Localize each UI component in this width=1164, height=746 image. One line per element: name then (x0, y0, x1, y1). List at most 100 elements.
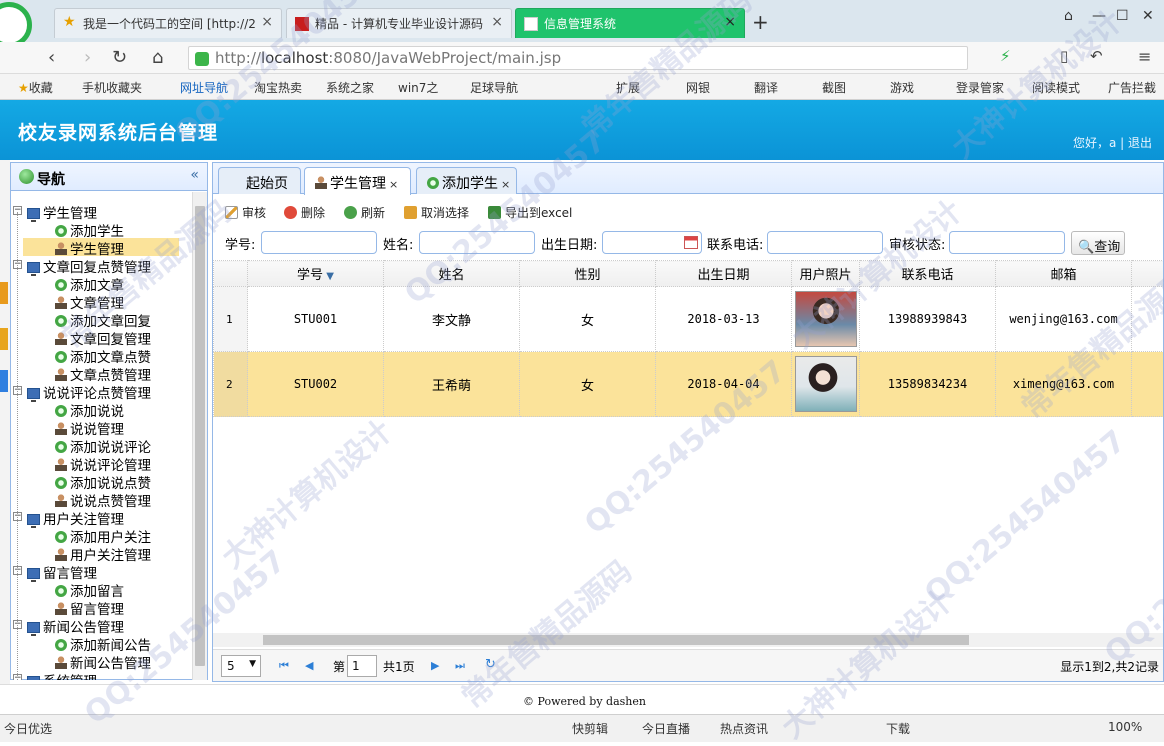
nav-item[interactable]: 文章管理 (55, 292, 124, 312)
nav-item[interactable]: 添加文章回复 (55, 310, 151, 330)
tab-add-student[interactable]: 添加学生 × (416, 167, 517, 194)
column-header[interactable]: 性别 (519, 260, 656, 287)
browser-tab-2[interactable]: 精品 - 计算机专业毕业设计源码 × (286, 8, 512, 38)
bookmark-adblock[interactable]: 广告拦截 (1108, 79, 1156, 96)
status-quick-clip[interactable]: 快剪辑 (572, 720, 608, 737)
grid-horizontal-scrollbar[interactable] (213, 633, 1163, 647)
name-input[interactable] (419, 231, 535, 254)
bookmark-mobile[interactable]: 手机收藏夹 (82, 79, 142, 96)
page-size-select[interactable]: 5 ▼ (221, 655, 261, 677)
status-zoom[interactable]: 100% (1108, 720, 1142, 734)
close-window-icon[interactable]: ✕ (1142, 8, 1154, 24)
tab-home[interactable]: 起始页 (218, 167, 301, 194)
close-icon[interactable]: × (724, 14, 736, 30)
refresh-icon[interactable]: ↻ (485, 657, 496, 672)
nav-item[interactable]: 说说评论管理 (55, 454, 151, 474)
welcome-logout[interactable]: 您好，a | 退出 (1073, 134, 1152, 151)
export-excel-button[interactable]: 导出到excel (488, 204, 572, 221)
column-header[interactable]: 联系电话 (859, 260, 996, 287)
nav-group[interactable]: − 用户关注管理 (13, 508, 124, 528)
first-page-icon[interactable]: ⏮ (279, 659, 289, 673)
status-today-picks[interactable]: 今日优选 (4, 720, 52, 737)
minimize-icon[interactable]: — (1092, 8, 1106, 24)
shirt-icon[interactable]: ⌂ (1064, 8, 1073, 24)
forward-icon[interactable]: › (84, 47, 91, 68)
nav-item[interactable]: 学生管理 (23, 238, 179, 258)
phone-input[interactable] (767, 231, 883, 254)
nav-item[interactable]: 添加新闻公告 (55, 634, 151, 654)
bookmark-bank[interactable]: 网银 (686, 79, 710, 96)
query-button[interactable]: 🔍查询 (1071, 231, 1125, 255)
student-no-input[interactable] (261, 231, 377, 254)
column-header[interactable]: 用户照片 (791, 260, 860, 287)
nav-item[interactable]: 添加学生 (55, 220, 124, 240)
phone-icon[interactable]: ▯ (1060, 47, 1068, 65)
close-icon[interactable]: × (389, 178, 398, 191)
nav-group[interactable]: − 文章回复点赞管理 (13, 256, 151, 276)
bookmark-extensions[interactable]: 扩展 (616, 79, 640, 96)
nav-item[interactable]: 添加说说评论 (55, 436, 151, 456)
nav-group[interactable]: −系统管理 (13, 670, 97, 680)
user-photo[interactable] (794, 356, 857, 412)
nav-item[interactable]: 添加文章 (55, 274, 124, 294)
nav-item[interactable]: 说说点赞管理 (55, 490, 151, 510)
column-header[interactable]: 姓名 (383, 260, 520, 287)
tab-student-management[interactable]: 学生管理 × (304, 167, 411, 195)
nav-item[interactable]: 添加说说 (55, 400, 124, 420)
close-icon[interactable]: × (501, 178, 510, 191)
browser-tab-1[interactable]: ★ 我是一个代码工的空间 [http://2 × (54, 8, 282, 38)
bookmark-games[interactable]: 游戏 (890, 79, 914, 96)
page-number-input[interactable]: 1 (347, 655, 377, 677)
nav-group[interactable]: − 留言管理 (13, 562, 97, 582)
new-tab-icon[interactable]: + (752, 10, 769, 34)
calendar-icon[interactable] (684, 236, 698, 249)
maximize-icon[interactable]: ☐ (1116, 8, 1129, 24)
back-icon[interactable]: ‹ (48, 47, 55, 68)
next-page-icon[interactable]: ▶ (431, 659, 439, 672)
nav-group[interactable]: − 说说评论点赞管理 (13, 382, 151, 402)
bookmark-favorites[interactable]: ★收藏 (18, 79, 53, 96)
undo-icon[interactable]: ↶ (1090, 47, 1103, 65)
url-input[interactable]: http://localhost:8080/JavaWebProject/mai… (188, 46, 968, 70)
refresh-button[interactable]: 刷新 (344, 204, 385, 221)
bookmark-football[interactable]: 足球导航 (470, 79, 518, 96)
scroll-thumb[interactable] (195, 206, 205, 666)
status-select[interactable] (949, 231, 1065, 254)
menu-icon[interactable]: ≡ (1138, 47, 1151, 66)
close-icon[interactable]: × (491, 14, 503, 30)
nav-scrollbar[interactable] (192, 192, 207, 680)
nav-item[interactable]: 添加留言 (55, 580, 124, 600)
side-app-icon[interactable] (0, 370, 8, 392)
scroll-thumb[interactable] (263, 635, 969, 645)
side-app-icon[interactable] (0, 282, 8, 304)
table-row[interactable]: 2 STU002 王希萌 女 2018-04-04 13589834234 xi… (213, 351, 1163, 417)
bookmark-nav[interactable]: 网址导航 (180, 79, 228, 96)
bookmark-taobao[interactable]: 淘宝热卖 (254, 79, 302, 96)
nav-group[interactable]: − 学生管理 (13, 202, 97, 222)
nav-item[interactable]: 文章点赞管理 (55, 364, 151, 384)
bookmark-xitong[interactable]: 系统之家 (326, 79, 374, 96)
status-news[interactable]: 热点资讯 (720, 720, 768, 737)
status-live[interactable]: 今日直播 (642, 720, 690, 737)
column-header[interactable]: 出生日期 (655, 260, 792, 287)
nav-item[interactable]: 文章回复管理 (55, 328, 151, 348)
cancel-select-button[interactable]: 取消选择 (404, 204, 469, 221)
column-header[interactable]: 学号 ▼ (247, 260, 384, 287)
last-page-icon[interactable]: ⏭ (455, 659, 465, 673)
nav-item[interactable]: 新闻公告管理 (55, 652, 151, 672)
bookmark-translate[interactable]: 翻译 (754, 79, 778, 96)
table-row[interactable]: 1 STU001 李文静 女 2018-03-13 13988939843 we… (213, 286, 1163, 352)
bookmark-login[interactable]: 登录管家 (956, 79, 1004, 96)
nav-item[interactable]: 添加说说点赞 (55, 472, 151, 492)
bookmark-screenshot[interactable]: 截图 (822, 79, 846, 96)
user-photo[interactable] (794, 291, 857, 347)
prev-page-icon[interactable]: ◀ (305, 659, 313, 672)
delete-button[interactable]: 删除 (284, 204, 325, 221)
bookmark-win7[interactable]: win7之 (398, 79, 438, 96)
home-icon[interactable]: ⌂ (152, 47, 163, 68)
column-header[interactable]: 邮箱 (995, 260, 1132, 287)
nav-group[interactable]: − 新闻公告管理 (13, 616, 124, 636)
collapse-icon[interactable]: « (190, 167, 199, 183)
nav-item[interactable]: 添加用户关注 (55, 526, 151, 546)
nav-item[interactable]: 说说管理 (55, 418, 124, 438)
